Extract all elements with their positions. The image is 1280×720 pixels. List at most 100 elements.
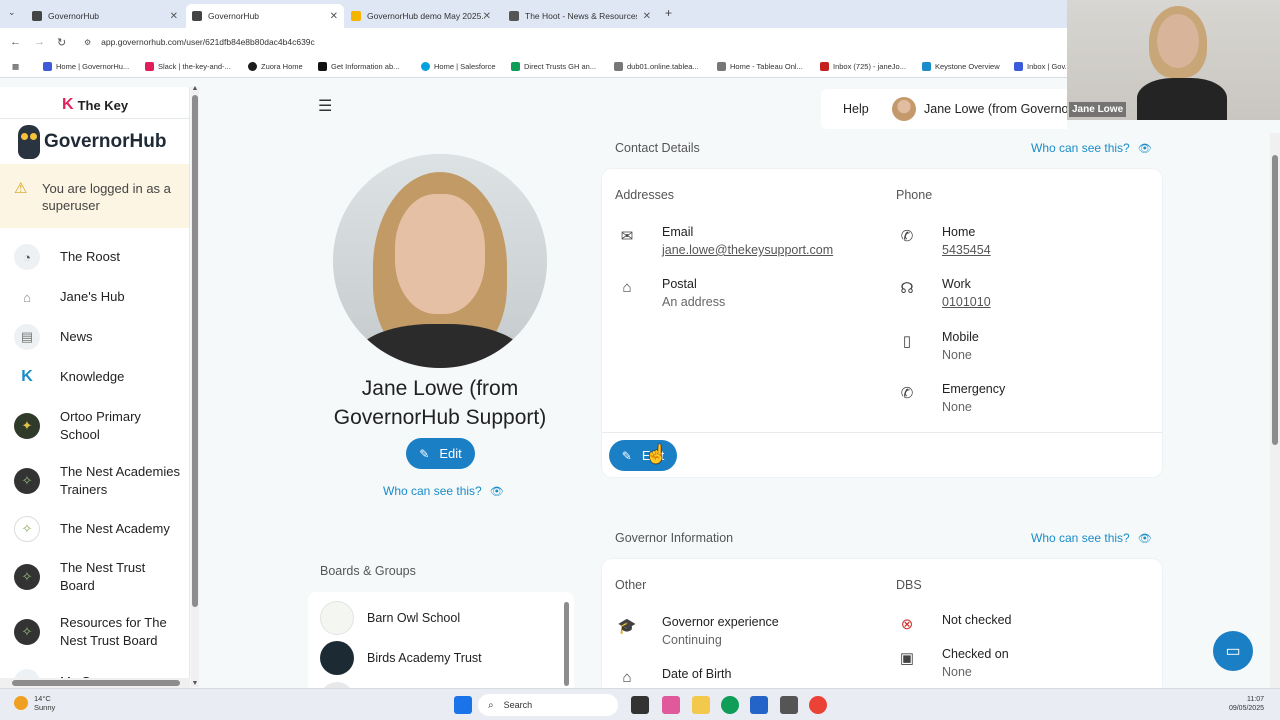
who-can-see-profile-link[interactable]: Who can see this? 👁: [383, 484, 504, 498]
governorhub-logo[interactable]: GovernorHub: [18, 125, 166, 159]
bookmark-item[interactable]: Slack | the-key-and-...: [145, 62, 231, 71]
scroll-up-icon[interactable]: ▲: [191, 85, 199, 92]
forward-icon[interactable]: →: [34, 36, 45, 48]
other-heading: Other: [615, 578, 647, 592]
contact-details-title: Contact Details: [615, 141, 700, 155]
scrollbar-thumb[interactable]: [1272, 155, 1278, 445]
system-clock[interactable]: 11:07 09/05/2025: [1229, 695, 1264, 713]
file-explorer-icon[interactable]: [692, 696, 710, 714]
profile-name: Jane Lowe (from GovernorHub Support): [333, 377, 547, 429]
divider: [602, 432, 1162, 433]
browser-tab[interactable]: The Hoot - News & Resources... ✕: [503, 4, 657, 28]
sidebar-item-the-roost[interactable]: ◔ The Roost: [0, 244, 189, 270]
list-item-board[interactable]: Barn Owl School: [320, 601, 460, 635]
os-taskbar: 14°C Sunny ⌕ Search 11:07 09/05/2025: [0, 688, 1280, 720]
bookmark-item[interactable]: Home | GovernorHu...: [43, 62, 129, 71]
apps-icon[interactable]: ▦: [12, 62, 19, 71]
roost-icon: ◔: [14, 244, 40, 270]
scrollbar-thumb[interactable]: [192, 95, 198, 607]
the-key-link[interactable]: K The Key: [62, 96, 128, 114]
taskbar-search[interactable]: ⌕ Search: [478, 694, 618, 716]
eye-icon: 👁: [1137, 532, 1152, 545]
phone-icon: ✆: [900, 385, 914, 402]
sidebar-horizontal-scrollbar[interactable]: [0, 678, 190, 688]
bookmark-item[interactable]: Direct Trusts GH an...: [511, 62, 596, 71]
dbs-heading: DBS: [896, 578, 922, 592]
close-tab-icon[interactable]: ✕: [643, 11, 651, 22]
cake-icon: ⌂: [622, 669, 632, 686]
work-phone-link[interactable]: 0101010: [942, 295, 991, 309]
sidebar-item-janes-hub[interactable]: ⌂ Jane's Hub: [0, 284, 189, 310]
close-tab-icon[interactable]: ✕: [170, 11, 178, 22]
app-icon[interactable]: [780, 696, 798, 714]
tab-search-icon[interactable]: ⌄: [8, 7, 16, 18]
url-field[interactable]: ⚙ app.governorhub.com/user/621dfb84e8b80…: [84, 33, 1064, 51]
email-link[interactable]: jane.lowe@thekeysupport.com: [662, 243, 833, 257]
bookmark-item[interactable]: dub01.online.tablea...: [614, 62, 699, 71]
house-icon: ⌂: [622, 279, 632, 296]
governorhub-favicon-icon: [32, 11, 42, 21]
scroll-down-icon[interactable]: ▼: [191, 680, 199, 687]
close-tab-icon[interactable]: ✕: [483, 11, 491, 22]
copilot-icon[interactable]: [662, 696, 680, 714]
edit-profile-button[interactable]: ✎ Edit: [406, 438, 475, 469]
sidebar-item-news[interactable]: ▤ News: [0, 324, 189, 350]
browser-tab[interactable]: GovernorHub ✕: [26, 4, 184, 28]
who-can-see-governor-link[interactable]: Who can see this? 👁: [1031, 531, 1152, 545]
scrollbar-thumb[interactable]: [564, 602, 569, 686]
bookmark-item[interactable]: Inbox (725) - janeJo...: [820, 62, 906, 71]
eye-icon: 👁: [1137, 142, 1152, 155]
sidebar-item-knowledge[interactable]: K Knowledge: [0, 364, 189, 390]
sidebar-scrollbar[interactable]: ▲ ▼: [191, 85, 199, 687]
browser-tab[interactable]: GovernorHub demo May 2025... ✕: [345, 4, 497, 28]
bookmark-item[interactable]: Home | Salesforce: [421, 62, 496, 71]
user-avatar[interactable]: [892, 97, 916, 121]
site-info-icon[interactable]: ⚙: [84, 38, 91, 47]
hoot-favicon-icon: [509, 11, 519, 21]
main-scrollbar[interactable]: [1270, 133, 1280, 688]
scrollbar-thumb[interactable]: [12, 680, 180, 686]
owl-logo-icon: [18, 125, 40, 159]
weather-widget[interactable]: 14°C Sunny: [14, 694, 55, 712]
new-tab-icon[interactable]: +: [665, 6, 672, 20]
browser-tab-active[interactable]: GovernorHub ✕: [186, 4, 344, 28]
bookmark-item[interactable]: Home - Tableau Onl...: [717, 62, 803, 71]
x-circle-icon: ⊗: [900, 616, 914, 633]
who-can-see-contact-link[interactable]: Who can see this? 👁: [1031, 141, 1152, 155]
sidebar-item-ortoo-primary-school[interactable]: ✦ Ortoo Primary School: [0, 409, 189, 442]
bookmark-item[interactable]: Get Information ab...: [318, 62, 399, 71]
barn-owl-logo-icon: [320, 601, 354, 635]
mail-icon: ✉: [620, 228, 634, 245]
governor-information-card: Other DBS 🎓 Governor experience Continui…: [602, 559, 1162, 688]
phone-heading: Phone: [896, 188, 933, 202]
bookmark-item[interactable]: Keystone Overview: [922, 62, 1000, 71]
divider: [0, 118, 189, 119]
list-item-board[interactable]: Birds Academy Trust: [320, 641, 482, 675]
bookmark-item[interactable]: Inbox | Gov...: [1014, 62, 1071, 71]
sidebar-item-nest-academy[interactable]: ✧ The Nest Academy: [0, 516, 189, 542]
task-view-icon[interactable]: [631, 696, 649, 714]
sidebar-item-nest-trust-board[interactable]: ✧ The Nest Trust Board: [0, 560, 189, 593]
edge-icon[interactable]: [721, 696, 739, 714]
help-link[interactable]: Help: [843, 102, 869, 116]
bookmark-item[interactable]: Zuora Home: [248, 62, 303, 71]
nest-logo-icon: ✧: [14, 619, 40, 645]
menu-collapse-icon[interactable]: ☰: [318, 96, 332, 116]
back-icon[interactable]: ←: [10, 36, 21, 48]
close-tab-icon[interactable]: ✕: [330, 11, 338, 22]
sidebar-item-resources-nest-trust-board[interactable]: ✧ Resources for The Nest Trust Board: [0, 615, 189, 648]
reload-icon[interactable]: ↻: [57, 36, 66, 49]
home-phone-link[interactable]: 5435454: [942, 243, 991, 257]
slides-favicon-icon: [351, 11, 361, 21]
store-icon[interactable]: [750, 696, 768, 714]
webcam-name: Jane Lowe: [1069, 102, 1127, 117]
chrome-icon[interactable]: [809, 696, 827, 714]
windows-start-icon[interactable]: [454, 696, 472, 714]
boards-scrollbar[interactable]: [564, 594, 570, 686]
sidebar-item-nest-academies-trainers[interactable]: ✧ The Nest Academies Trainers: [0, 464, 189, 497]
school-logo-icon: ✦: [14, 413, 40, 439]
chat-support-button[interactable]: ▭: [1213, 631, 1253, 671]
graduation-cap-icon: 🎓: [617, 618, 637, 635]
user-header: Help Jane Lowe (from GovernorHub Support…: [821, 89, 1147, 129]
mouse-cursor-icon: ☝: [645, 444, 668, 464]
